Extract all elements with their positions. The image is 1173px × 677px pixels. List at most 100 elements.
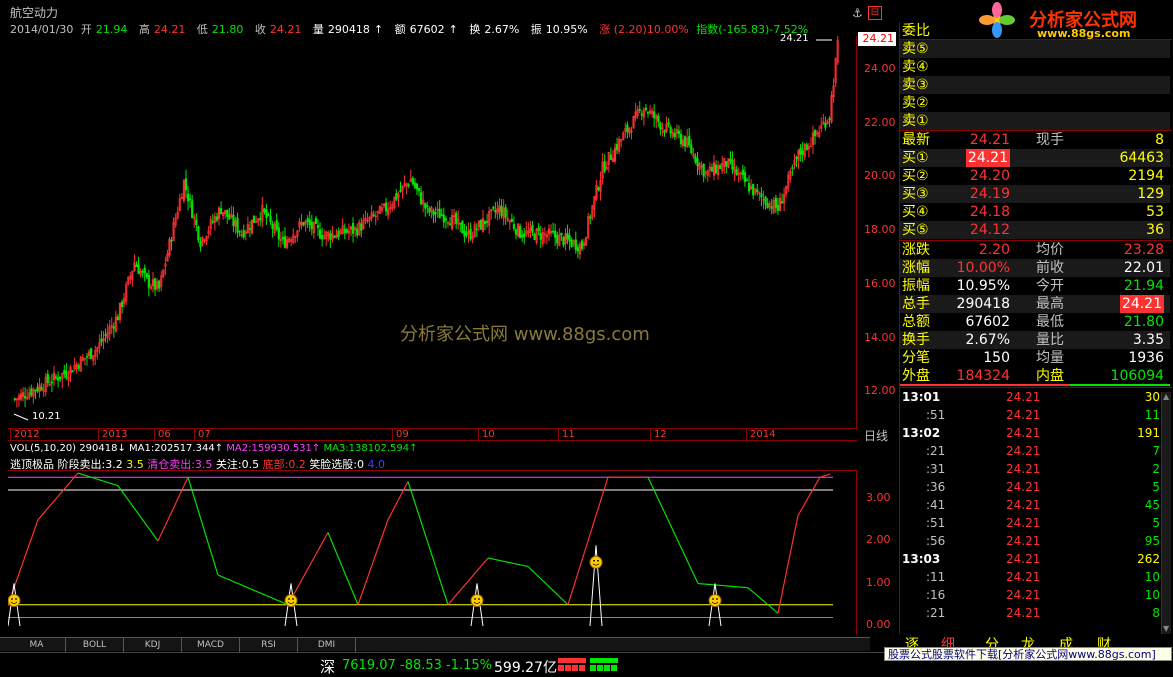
indicator-tab-boll[interactable]: BOLL [66,638,124,652]
indicator-segment [381,530,385,537]
candle-body [40,386,43,391]
indicator-segment [545,583,549,587]
indicator-segment [277,599,281,602]
indicator-segment [365,576,369,583]
tick-time: :11 [926,570,946,584]
indicator-tab-dmi[interactable]: DMI [298,638,356,652]
indicator-tab-macd[interactable]: MACD [182,638,240,652]
indicator-segment [455,592,459,596]
candle-body [494,210,497,213]
indicator-segment [769,605,773,609]
indicator-segment [343,570,347,577]
candle-body [100,338,103,343]
quote-row: 外盘 184324 内盘 106094 [900,367,1170,385]
indicator-segment [555,592,559,596]
indicator-segment [37,517,41,521]
candle-body [232,214,235,226]
indicator-tab-rsi[interactable]: RSI [240,638,298,652]
indicator-segment [177,493,181,499]
vol-indicator-line: VOL(5,10,20) 290418↓ MA1:202517.344↑ MA2… [10,443,418,454]
indicator-segment [467,578,471,582]
indicator-segment [247,587,251,590]
smile-eye [716,598,718,600]
tick-time: :41 [926,498,946,512]
open-value: 21.94 [95,23,128,36]
indicator-segment [245,586,249,589]
change-value: 涨 (2.20)10.00% [599,23,689,36]
tick-row: :56 24.21 95 [900,532,1160,550]
tick-price: 24.21 [1006,426,1041,440]
indicator-segment [585,540,589,548]
buy-level-label: 买⑤ [902,222,929,238]
indicator-segment [217,574,221,577]
kline-chart[interactable]: 分析家公式网 www.88gs.com 24.21 10.21 [8,33,857,428]
indicator-segment [649,481,653,487]
stat-label: 均价 [1036,242,1064,258]
weibi-label: 委比 [902,23,930,39]
candle-body [694,156,697,163]
tick-time: :21 [926,444,946,458]
indicator-segment [317,546,321,551]
promo-tooltip[interactable]: 股票公式股票软件下载[分析家公式网www.88gs.com] [884,647,1172,661]
close-icon[interactable]: ⊟ [868,6,882,20]
price-axis: 24.00 22.00 20.00 18.00 16.00 14.00 12.00 [858,36,898,428]
scroll-up-icon[interactable]: ▲ [1163,392,1171,402]
indicator-segment [375,547,379,554]
indicator-segment [407,481,411,488]
indicator-segment [415,505,419,513]
amplitude-value: 10.95% [545,23,588,36]
indicator-segment [539,577,543,581]
indicator-segment [603,483,607,491]
candle-body [417,188,421,191]
candle-body [531,225,534,232]
indicator-segment [115,484,119,487]
time-tick-label: 2014 [746,429,775,441]
indicator-segment [137,513,141,517]
quote-row: 买② 24.20 2194 [900,167,1170,185]
candle-body [638,109,641,111]
indicator-segment [339,561,343,567]
latest-label: 最新 [902,132,930,148]
scroll-down-icon[interactable]: ▼ [1163,624,1171,634]
indicator-tab-kdj[interactable]: KDJ [124,638,182,652]
site-logo: 分析家公式网 www.88gs.com [975,0,1173,42]
candle-body [653,111,656,119]
candle-body [576,246,579,252]
candle-body [248,228,252,230]
anchor-icon[interactable]: ⚓ [852,6,863,20]
indicator-segment [403,485,407,490]
candle-body [360,223,363,231]
candle-body [236,217,239,233]
candle-body [116,316,120,321]
indicator-segment [87,475,91,478]
indicator-segment [537,575,541,579]
indicator-segment [201,522,205,530]
indicator-tick-label: 0.00 [866,618,891,631]
candle-body [120,301,124,308]
vol-value: 290418 [79,443,118,454]
time-tick-label: 12 [650,429,667,441]
candle-body [479,219,483,230]
indicator-tab-ma[interactable]: MA [8,638,66,652]
indicator-segment [417,512,421,519]
indicator-chart[interactable] [7,470,857,635]
indicator-segment [17,570,21,577]
indicator-segment [583,547,587,554]
indicator-segment [119,488,123,492]
smile-eye [597,559,599,562]
quote-row: 买⑤ 24.12 36 [900,221,1170,239]
indicator-segment [393,504,397,509]
period-label[interactable]: 日线 [864,427,888,444]
candle-body [640,113,643,116]
indicator-segment [813,483,817,488]
tick-scrollbar[interactable]: ▲ ▼ [1161,392,1171,634]
indicator-segment [815,480,819,485]
candle-body [147,274,150,288]
high-label: 高 [138,23,150,36]
vol-label: VOL(5,10,20) [10,443,77,454]
indicator-segment [351,590,355,596]
indicator-segment [435,567,439,575]
indicator-segment [127,499,131,503]
stat-label: 分笔 [902,350,930,366]
candle-body [667,122,670,125]
